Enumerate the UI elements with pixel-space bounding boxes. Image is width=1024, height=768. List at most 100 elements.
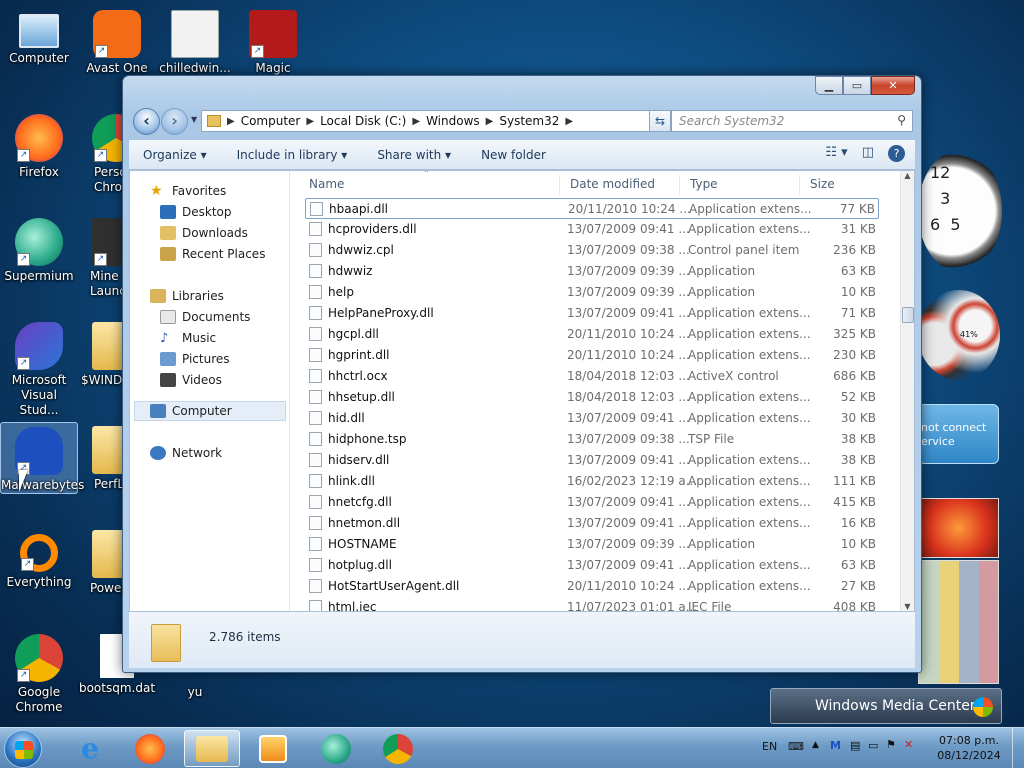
action-center-flag-icon[interactable]: ⚑ xyxy=(886,738,896,751)
desktop-icon-google-chrome[interactable]: ↗ Google Chrome xyxy=(0,630,78,715)
file-row[interactable]: hgcpl.dll 20/11/2010 10:24 ... Application… xyxy=(305,324,879,345)
file-row[interactable]: HelpPaneProxy.dll 13/07/2009 09:41 ... App… xyxy=(305,303,879,324)
desktop-icon-chilledwin[interactable]: chilledwin... xyxy=(156,6,234,76)
scrollbar-thumb[interactable] xyxy=(902,307,914,323)
desktop-icon-minecraft-launcher[interactable]: ↗ Mine Launc xyxy=(78,214,122,299)
desktop-icon-computer[interactable]: Computer xyxy=(0,6,78,66)
file-row[interactable]: hgprint.dll 20/11/2010 10:24 ... Applicati… xyxy=(305,345,879,366)
nav-favorites[interactable]: ★ Favorites xyxy=(150,181,226,201)
start-button[interactable] xyxy=(4,730,42,768)
desktop-icon-windows-folder[interactable]: $WINDO xyxy=(78,318,122,388)
nav-music[interactable]: ♪ Music xyxy=(160,328,216,348)
file-row[interactable]: HotStartUserAgent.dll 20/11/2010 10:24 ..… xyxy=(305,576,879,597)
connection-error-gadget[interactable]: not connect ervice xyxy=(918,404,999,464)
nav-network[interactable]: Network xyxy=(150,443,222,463)
malwarebytes-tray-icon[interactable]: M xyxy=(830,739,841,752)
scroll-down-icon[interactable]: ▼ xyxy=(901,602,914,611)
file-row[interactable]: hhsetup.dll 18/04/2018 12:03 ... Applicati… xyxy=(305,387,879,408)
file-row[interactable]: hdwwiz 13/07/2009 09:39 ... Application 63 … xyxy=(305,261,879,282)
breadcrumb-system32[interactable]: System32 xyxy=(499,114,559,128)
search-input[interactable]: Search System32 ⚲ xyxy=(671,110,913,132)
desktop-icon-avast-one[interactable]: ↗ Avast One xyxy=(78,6,156,76)
breadcrumb-windows[interactable]: Windows xyxy=(426,114,480,128)
windows-media-center-gadget[interactable]: Windows Media Center xyxy=(770,688,1002,724)
nav-videos[interactable]: Videos xyxy=(160,370,222,390)
nav-pictures[interactable]: Pictures xyxy=(160,349,230,369)
column-header-size[interactable]: Size xyxy=(804,175,884,195)
file-row[interactable]: html.iec 11/07/2023 01:01 a... IEC File 408… xyxy=(305,597,879,611)
taskbar-windows-explorer[interactable] xyxy=(184,730,240,767)
desktop-icon-magic[interactable]: ↗ Magic xyxy=(234,6,312,76)
file-row[interactable]: help 13/07/2009 09:39 ... Application 10 KB xyxy=(305,282,879,303)
file-row[interactable]: hnetcfg.dll 13/07/2009 09:41 ... Applicati… xyxy=(305,492,879,513)
taskbar-internet-explorer[interactable]: e xyxy=(62,730,118,767)
column-header-name[interactable]: Name xyxy=(303,175,560,195)
maximize-button[interactable]: ▭ xyxy=(843,76,871,95)
language-indicator[interactable]: EN xyxy=(762,740,777,753)
nav-libraries[interactable]: Libraries xyxy=(150,286,224,306)
file-row[interactable]: hnetmon.dll 13/07/2009 09:41 ... Applicati… xyxy=(305,513,879,534)
back-button[interactable]: ‹ xyxy=(133,108,160,135)
desktop-icon-firefox[interactable]: ↗ Firefox xyxy=(0,110,78,180)
taskbar-chrome[interactable] xyxy=(370,730,426,767)
vertical-scrollbar[interactable]: ▲ ▼ xyxy=(900,171,914,611)
change-view-icon[interactable]: ☷ ▾ xyxy=(825,145,847,162)
desktop-icon-personal-chrome[interactable]: ↗ Perso Chro xyxy=(78,110,122,195)
desktop-icon-supermium[interactable]: ↗ Supermium xyxy=(0,214,78,284)
display-tray-icon[interactable]: ▭ xyxy=(868,739,878,752)
clock[interactable]: 07:08 p.m. 08/12/2024 xyxy=(924,733,1014,763)
file-row[interactable]: hotplug.dll 13/07/2009 09:41 ... Applicati… xyxy=(305,555,879,576)
include-in-library-button[interactable]: Include in library ▾ xyxy=(237,148,348,162)
clock-gadget[interactable]: 12 36 5 xyxy=(918,150,1002,272)
column-header-date-modified[interactable]: Date modified xyxy=(564,175,680,195)
nav-documents[interactable]: Documents xyxy=(160,307,250,327)
network-tray-icon[interactable]: ▤ xyxy=(850,739,860,752)
column-header-type[interactable]: Type xyxy=(684,175,800,195)
file-row[interactable]: hcproviders.dll 13/07/2009 09:41 ... Appli… xyxy=(305,219,879,240)
nav-desktop[interactable]: Desktop xyxy=(160,202,232,222)
refresh-button[interactable]: ⇆ xyxy=(649,110,671,132)
file-row[interactable]: hhctrl.ocx 18/04/2018 12:03 ... ActiveX co… xyxy=(305,366,879,387)
desktop-icon-visual-studio[interactable]: ↗ Microsoft Visual Stud... xyxy=(0,318,78,418)
address-bar[interactable]: ▶ Computer ▶ Local Disk (C:) ▶ Windows ▶… xyxy=(201,110,666,132)
nav-recent-places[interactable]: Recent Places xyxy=(160,244,265,264)
taskbar-firefox[interactable] xyxy=(122,730,178,767)
recent-pages-dropdown[interactable]: ▼ xyxy=(191,115,197,124)
file-row[interactable]: hbaapi.dll 20/11/2010 10:24 ... Applicatio… xyxy=(305,198,879,219)
file-row[interactable]: hidserv.dll 13/07/2009 09:41 ... Applicati… xyxy=(305,450,879,471)
preview-pane-icon[interactable]: ◫ xyxy=(862,145,874,162)
slideshow-gadget[interactable] xyxy=(918,498,999,558)
forward-button[interactable]: › xyxy=(161,108,188,135)
desktop-icon-malwarebytes[interactable]: ↗ Malwarebytes xyxy=(0,422,84,494)
organize-button[interactable]: Organize ▾ xyxy=(143,148,207,162)
show-desktop-button[interactable] xyxy=(1012,728,1024,768)
file-row[interactable]: hlink.dll 16/02/2023 12:19 a... Applicatio… xyxy=(305,471,879,492)
file-row[interactable]: hdwwiz.cpl 13/07/2009 09:38 ... Control pa… xyxy=(305,240,879,261)
share-with-button[interactable]: Share with ▾ xyxy=(377,148,451,162)
show-hidden-icons[interactable]: ▲ xyxy=(812,740,819,750)
desktop-icon-perflogs[interactable]: PerfL xyxy=(78,422,122,492)
minimize-button[interactable]: ▁ xyxy=(815,76,843,95)
help-icon[interactable]: ? xyxy=(888,145,905,162)
desktop-icon-power[interactable]: Power xyxy=(78,526,122,596)
file-row[interactable]: hid.dll 13/07/2009 09:41 ... Application e… xyxy=(305,408,879,429)
taskbar-media-player[interactable] xyxy=(245,730,301,767)
scroll-up-icon[interactable]: ▲ xyxy=(901,171,914,180)
explorer-window[interactable]: ▁ ▭ ✕ ‹ › ▼ ▶ Computer ▶ Local Disk (C:)… xyxy=(122,75,922,673)
photo-grid-gadget[interactable] xyxy=(918,560,999,684)
nav-computer[interactable]: Computer xyxy=(134,401,286,421)
desktop-icon-everything[interactable]: ↗ Everything xyxy=(0,526,78,590)
volume-muted-icon[interactable]: ✕ xyxy=(904,738,913,751)
file-name: html.iec xyxy=(328,600,377,611)
breadcrumb-computer[interactable]: Computer xyxy=(241,114,301,128)
file-row[interactable]: HOSTNAME 13/07/2009 09:39 ... Application 1… xyxy=(305,534,879,555)
nav-downloads[interactable]: Downloads xyxy=(160,223,248,243)
close-button[interactable]: ✕ xyxy=(871,76,915,95)
keyboard-icon[interactable]: ⌨ xyxy=(788,740,804,753)
file-list[interactable]: Name Date modified Type Size ⌃ hbaapi.dl… xyxy=(295,171,900,611)
cpu-meter-gadget[interactable]: 41% xyxy=(918,290,1000,380)
taskbar-supermium[interactable] xyxy=(308,730,364,767)
breadcrumb-local-disk[interactable]: Local Disk (C:) xyxy=(320,114,406,128)
file-row[interactable]: hidphone.tsp 13/07/2009 09:38 ... TSP File… xyxy=(305,429,879,450)
new-folder-button[interactable]: New folder xyxy=(481,148,546,162)
